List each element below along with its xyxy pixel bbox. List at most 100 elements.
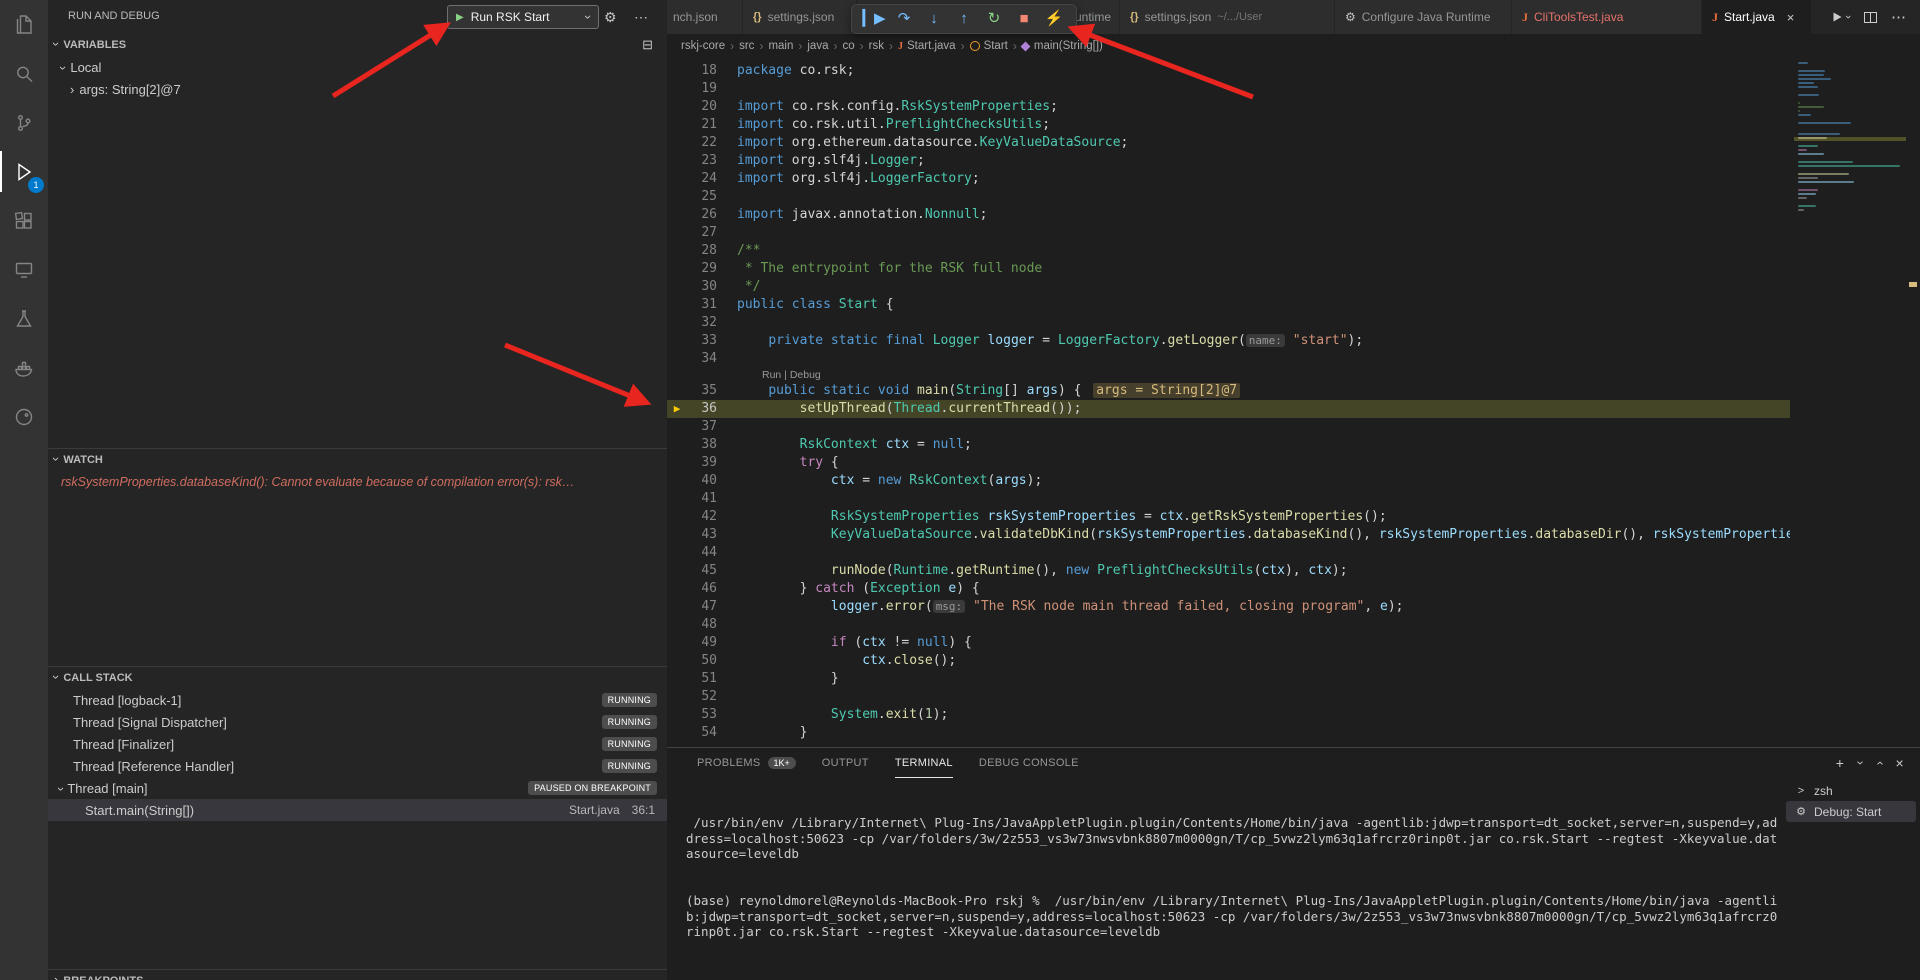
breakpoint-gutter[interactable] (667, 652, 687, 670)
new-terminal-icon[interactable]: + (1836, 755, 1844, 771)
stop-icon[interactable]: ■ (1010, 6, 1038, 32)
stack-frame-row[interactable]: Start.main(String[]) Start.java 36:1 (48, 799, 667, 821)
breakpoint-gutter[interactable] (667, 562, 687, 580)
breakpoint-gutter[interactable] (667, 724, 687, 742)
variables-scope-local[interactable]: › Local (48, 56, 667, 78)
breakpoint-gutter[interactable] (667, 688, 687, 706)
remote-explorer-icon[interactable] (0, 245, 48, 294)
code-line-52[interactable]: 52 (667, 688, 1790, 706)
breakpoint-gutter[interactable] (667, 418, 687, 436)
launch-configuration-dropdown[interactable]: ▶ Run RSK Start › (447, 5, 599, 29)
breadcrumb-item[interactable]: co (842, 40, 854, 52)
code-line-28[interactable]: 28/** (667, 242, 1790, 260)
thread-row[interactable]: Thread [Reference Handler] RUNNING (48, 755, 667, 777)
breakpoints-section-header[interactable]: › BREAKPOINTS (48, 970, 667, 980)
code-line-36[interactable]: ▶36 setUpThread(Thread.currentThread()); (667, 400, 1790, 418)
code-line-34[interactable]: 34 (667, 350, 1790, 368)
split-editor-icon[interactable] (1863, 10, 1878, 25)
code-line-25[interactable]: 25 (667, 188, 1790, 206)
breakpoint-gutter[interactable] (667, 670, 687, 688)
terminal-instance-debug-start[interactable]: ⚙ Debug: Start (1786, 801, 1916, 822)
minimap[interactable] (1794, 62, 1906, 747)
breakpoint-gutter[interactable] (667, 98, 687, 116)
breakpoint-gutter[interactable] (667, 206, 687, 224)
breakpoint-gutter[interactable] (667, 526, 687, 544)
code-line-43[interactable]: 43 KeyValueDataSource.validateDbKind(rsk… (667, 526, 1790, 544)
thread-row[interactable]: Thread [logback-1] RUNNING (48, 689, 667, 711)
breakpoint-gutter[interactable] (667, 508, 687, 526)
code-line-18[interactable]: 18package co.rsk; (667, 62, 1790, 80)
panel-tab-problems[interactable]: PROBLEMS 1K+ (697, 749, 796, 778)
close-panel-icon[interactable]: × (1896, 755, 1904, 771)
step-into-icon[interactable]: ↓ (920, 6, 948, 32)
code-line-20[interactable]: 20import co.rsk.config.RskSystemProperti… (667, 98, 1790, 116)
breakpoint-gutter[interactable] (667, 544, 687, 562)
tab-settings-json[interactable]: {} settings.json (743, 0, 857, 34)
code-line-26[interactable]: 26import javax.annotation.Nonnull; (667, 206, 1790, 224)
step-over-icon[interactable]: ↷ (890, 6, 918, 32)
chevron-down-icon[interactable]: › (1856, 761, 1866, 766)
breakpoint-gutter[interactable] (667, 188, 687, 206)
continue-icon[interactable]: ▎▶ (860, 6, 888, 32)
code-line-47[interactable]: 47 logger.error(msg: "The RSK node main … (667, 598, 1790, 616)
breakpoint-gutter[interactable] (667, 278, 687, 296)
breakpoint-gutter[interactable] (667, 296, 687, 314)
step-out-icon[interactable]: ↑ (950, 6, 978, 32)
gradle-icon[interactable] (0, 392, 48, 441)
code-line-24[interactable]: 24import org.slf4j.LoggerFactory; (667, 170, 1790, 188)
code-line-40[interactable]: 40 ctx = new RskContext(args); (667, 472, 1790, 490)
run-and-debug-icon[interactable]: 1 (0, 147, 48, 196)
breadcrumb-item-method[interactable]: main(String[]) (1034, 40, 1103, 52)
watch-section-header[interactable]: › WATCH (48, 449, 667, 471)
breakpoint-gutter[interactable] (667, 454, 687, 472)
watch-expression-error[interactable]: rskSystemProperties.databaseKind(): Cann… (48, 471, 667, 493)
docker-icon[interactable] (0, 343, 48, 392)
tab-launch-json[interactable]: nch.json (667, 0, 743, 34)
code-line-41[interactable]: 41 (667, 490, 1790, 508)
code-line-51[interactable]: 51 } (667, 670, 1790, 688)
tab-clitoolstest-java[interactable]: J CliToolsTest.java (1512, 0, 1702, 34)
code-line-21[interactable]: 21import co.rsk.util.PreflightChecksUtil… (667, 116, 1790, 134)
extensions-icon[interactable] (0, 196, 48, 245)
restart-icon[interactable]: ↻ (980, 6, 1008, 32)
tab-configure-java-runtime[interactable]: ⚙ Configure Java Runtime (1335, 0, 1512, 34)
more-actions-icon[interactable]: ⋯ (1891, 8, 1906, 26)
breakpoint-gutter[interactable] (667, 152, 687, 170)
breakpoint-gutter[interactable] (667, 260, 687, 278)
breakpoint-gutter[interactable] (667, 490, 687, 508)
panel-tab-output[interactable]: OUTPUT (822, 749, 869, 778)
code-line-32[interactable]: 32 (667, 314, 1790, 332)
explorer-icon[interactable] (0, 0, 48, 49)
code-line-23[interactable]: 23import org.slf4j.Logger; (667, 152, 1790, 170)
code-editor[interactable]: 18package co.rsk;1920import co.rsk.confi… (667, 58, 1920, 747)
code-line-37[interactable]: 37 (667, 418, 1790, 436)
breakpoint-gutter[interactable] (667, 116, 687, 134)
breadcrumb-item[interactable]: main (768, 40, 793, 52)
breakpoint-gutter[interactable] (667, 598, 687, 616)
maximize-panel-icon[interactable]: › (1874, 761, 1884, 766)
breadcrumb-item[interactable]: rsk (869, 40, 884, 52)
code-line-33[interactable]: 33 private static final Logger logger = … (667, 332, 1790, 350)
code-line-53[interactable]: 53 System.exit(1); (667, 706, 1790, 724)
thread-row[interactable]: Thread [Signal Dispatcher] RUNNING (48, 711, 667, 733)
code-line-38[interactable]: 38 RskContext ctx = null; (667, 436, 1790, 454)
breakpoint-gutter[interactable] (667, 382, 687, 400)
code-line-35[interactable]: 35 public static void main(String[] args… (667, 382, 1790, 400)
thread-row[interactable]: Thread [Finalizer] RUNNING (48, 733, 667, 755)
tab-user-settings-json[interactable]: {} settings.json ~/.../User (1120, 0, 1335, 34)
call-stack-section-header[interactable]: › CALL STACK (48, 667, 667, 689)
variable-args[interactable]: › args: String[2]@7 (48, 78, 667, 100)
panel-tab-debug-console[interactable]: DEBUG CONSOLE (979, 749, 1079, 778)
breakpoint-gutter[interactable] (667, 634, 687, 652)
code-line-30[interactable]: 30 */ (667, 278, 1790, 296)
code-line-49[interactable]: 49 if (ctx != null) { (667, 634, 1790, 652)
collapse-all-icon[interactable]: ⊟ (642, 37, 653, 53)
code-line-44[interactable]: 44 (667, 544, 1790, 562)
breakpoint-gutter[interactable] (667, 314, 687, 332)
code-line-27[interactable]: 27 (667, 224, 1790, 242)
code-line-22[interactable]: 22import org.ethereum.datasource.KeyValu… (667, 134, 1790, 152)
breadcrumb-item-file[interactable]: Start.java (907, 40, 956, 52)
tab-start-java[interactable]: J Start.java × (1702, 0, 1812, 34)
source-control-icon[interactable] (0, 98, 48, 147)
code-line-50[interactable]: 50 ctx.close(); (667, 652, 1790, 670)
